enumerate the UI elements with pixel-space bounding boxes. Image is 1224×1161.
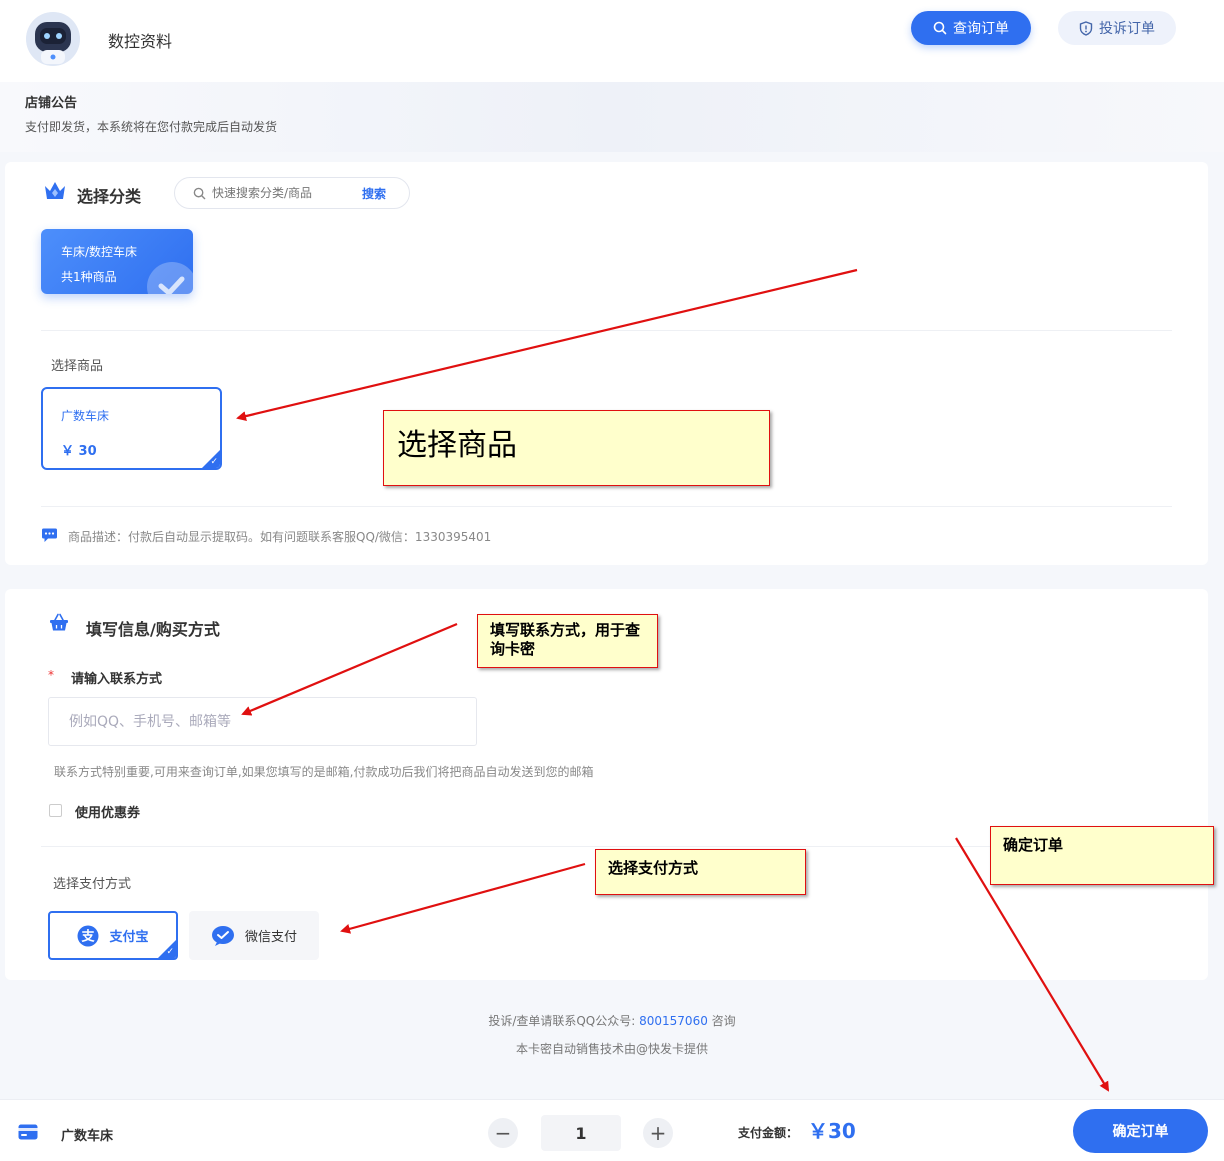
category-product-card xyxy=(5,162,1208,565)
shop-name: 数控资料 xyxy=(108,32,173,51)
complain-order-button[interactable]: 投诉订单 xyxy=(1058,11,1176,45)
footer-contact-prefix: 投诉/查单请联系QQ公众号: xyxy=(488,1014,636,1028)
annotation-confirm: 确定订单 xyxy=(990,826,1214,885)
search-input[interactable] xyxy=(212,186,352,200)
coupon-checkbox[interactable] xyxy=(49,804,62,817)
footer-credit: 本卡密自动销售技术由@快发卡提供 xyxy=(515,1042,708,1056)
footer-contact: 投诉/查单请联系QQ公众号: 800157060 咨询 xyxy=(0,1012,1224,1029)
coupon-label[interactable]: 使用优惠券 xyxy=(75,802,140,821)
divider xyxy=(41,330,1172,331)
divider xyxy=(41,506,1172,507)
notice-title: 店铺公告 xyxy=(25,96,78,111)
query-order-label: 查询订单 xyxy=(953,21,1009,37)
alipay-icon: 支 xyxy=(77,925,99,946)
shield-icon xyxy=(1079,20,1093,36)
chat-icon xyxy=(41,528,58,547)
check-icon: ✓ xyxy=(166,947,174,957)
bottom-product-name: 广数车床 xyxy=(61,1129,114,1144)
header xyxy=(0,0,1224,82)
crown-icon xyxy=(43,180,67,206)
search-icon xyxy=(193,187,206,199)
quantity-value[interactable]: 1 xyxy=(541,1115,621,1151)
store-notice xyxy=(0,82,1224,152)
product-name: 广数车床 xyxy=(61,409,110,423)
footer-contact-suffix: 咨询 xyxy=(711,1014,736,1028)
svg-text:支: 支 xyxy=(81,928,96,944)
shop-avatar xyxy=(26,12,80,66)
confirm-order-button[interactable]: 确定订单 xyxy=(1073,1109,1208,1153)
wechat-label: 微信支付 xyxy=(244,930,297,945)
basket-icon xyxy=(49,613,69,636)
footer-qq-link[interactable]: 800157060 xyxy=(639,1014,708,1028)
category-card[interactable]: 车床/数控车床 共1种商品 xyxy=(41,229,193,294)
annotation-payment: 选择支付方式 xyxy=(595,849,806,895)
card-icon xyxy=(18,1124,38,1144)
check-icon: ✓ xyxy=(210,457,218,467)
notice-text: 支付即发货，本系统将在您付款完成后自动发货 xyxy=(25,120,278,134)
info-section-title: 填写信息/购买方式 xyxy=(86,620,220,639)
wechat-pay-icon xyxy=(211,925,234,946)
category-count: 共1种商品 xyxy=(61,270,117,284)
complain-order-label: 投诉订单 xyxy=(1099,21,1155,37)
payment-amount: ￥30 xyxy=(808,1119,856,1143)
category-search: 搜索 xyxy=(174,177,410,209)
payment-option-wechat[interactable]: 微信支付 xyxy=(189,911,319,960)
product-card[interactable]: 广数车床 ￥ 30 ✓ xyxy=(41,387,222,470)
contact-hint: 联系方式特别重要,可用来查询订单,如果您填写的是邮箱,付款成功后我们将把商品自动… xyxy=(54,765,594,779)
payment-amount-label: 支付金额： xyxy=(738,1126,799,1140)
quantity-plus-button[interactable]: + xyxy=(643,1118,673,1148)
contact-input[interactable] xyxy=(48,697,477,746)
required-mark: * xyxy=(48,668,54,682)
query-order-button[interactable]: 查询订单 xyxy=(911,11,1031,45)
payment-option-alipay[interactable]: 支 支付宝 ✓ xyxy=(48,911,178,960)
contact-label: 请输入联系方式 xyxy=(71,672,163,687)
product-section-title: 选择商品 xyxy=(51,359,104,374)
search-icon xyxy=(933,21,947,35)
quantity-minus-button[interactable]: − xyxy=(488,1118,518,1148)
annotation-contact: 填写联系方式，用于查询卡密 xyxy=(477,614,658,668)
search-button[interactable]: 搜索 xyxy=(362,185,386,202)
category-name: 车床/数控车床 xyxy=(61,245,138,259)
category-section-title: 选择分类 xyxy=(77,187,142,206)
annotation-select-product: 选择商品 xyxy=(383,410,770,486)
payment-section-title: 选择支付方式 xyxy=(53,877,132,892)
product-description: 商品描述：付款后自动显示提取码。如有问题联系客服QQ/微信：1330395401 xyxy=(68,530,492,544)
check-icon xyxy=(147,262,193,294)
alipay-label: 支付宝 xyxy=(109,930,149,945)
product-price: ￥ 30 xyxy=(61,444,97,459)
